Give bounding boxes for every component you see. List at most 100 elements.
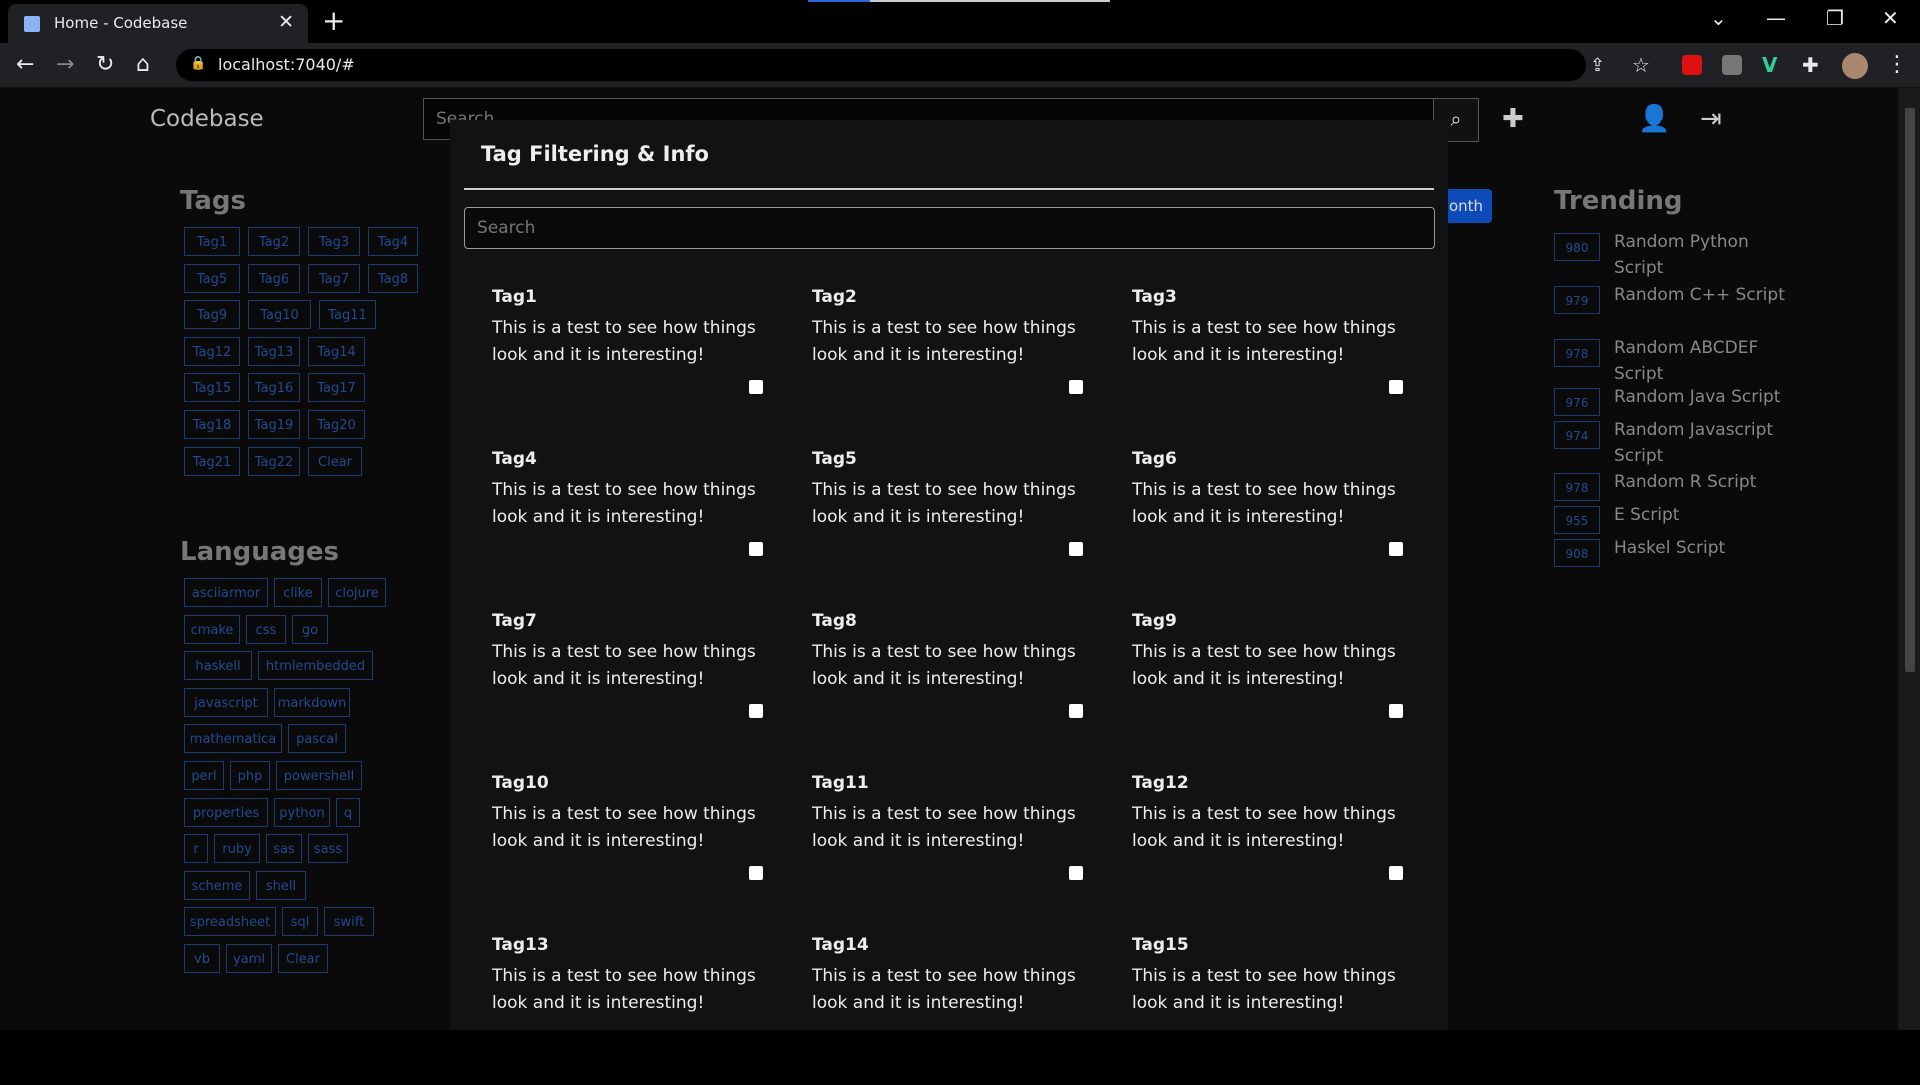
language-chip[interactable]: sass — [308, 834, 348, 864]
new-tab-button[interactable]: + — [322, 4, 345, 37]
clear-languages-button[interactable]: Clear — [278, 944, 328, 973]
tag-filter-checkbox[interactable] — [1069, 866, 1083, 880]
trending-item-label[interactable]: Random Java Script — [1614, 384, 1794, 410]
tag-filter-checkbox[interactable] — [1389, 542, 1403, 556]
language-chip[interactable]: css — [246, 614, 286, 644]
tag-filter-checkbox[interactable] — [1389, 380, 1403, 394]
trending-item-label[interactable]: E Script — [1614, 502, 1794, 528]
language-chip[interactable]: shell — [256, 870, 306, 900]
language-chip[interactable]: python — [274, 797, 330, 827]
tag-chip[interactable]: Tag9 — [184, 300, 240, 330]
tag-chip[interactable]: Tag6 — [248, 263, 300, 293]
language-chip[interactable]: pascal — [288, 724, 346, 754]
back-icon[interactable]: ← — [16, 52, 34, 77]
extension-icon[interactable] — [1682, 55, 1702, 75]
scrollbar-thumb[interactable] — [1905, 108, 1915, 672]
tag-chip[interactable]: Tag14 — [308, 336, 365, 366]
tag-filter-checkbox[interactable] — [1389, 866, 1403, 880]
reload-icon[interactable]: ↻ — [96, 52, 114, 77]
language-chip[interactable]: ruby — [214, 834, 260, 864]
tag-chip[interactable]: Tag5 — [184, 263, 240, 293]
forward-icon[interactable]: → — [56, 52, 74, 77]
language-chip[interactable]: r — [184, 834, 208, 864]
language-chip[interactable]: haskell — [184, 651, 252, 681]
bookmark-star-icon[interactable]: ☆ — [1632, 53, 1650, 77]
tag-filter-checkbox[interactable] — [749, 542, 763, 556]
puzzle-icon[interactable]: ✚ — [1802, 55, 1822, 75]
restore-icon[interactable]: ❐ — [1826, 6, 1844, 30]
vue-extension-icon[interactable]: V — [1762, 55, 1782, 75]
language-chip[interactable]: powershell — [276, 761, 362, 790]
tag-chip[interactable]: Tag11 — [319, 300, 376, 330]
tag-filter-checkbox[interactable] — [1069, 542, 1083, 556]
tag-chip[interactable]: Tag22 — [248, 446, 300, 476]
language-chip[interactable]: yaml — [226, 944, 272, 973]
tag-chip[interactable]: Tag1 — [184, 227, 240, 256]
language-chip[interactable]: vb — [184, 944, 220, 973]
avatar[interactable] — [1842, 53, 1868, 79]
tag-chip[interactable]: Tag8 — [368, 263, 418, 293]
tag-chip[interactable]: Tag4 — [368, 227, 418, 256]
modal-search-box[interactable] — [464, 207, 1435, 249]
tag-filter-checkbox[interactable] — [1389, 704, 1403, 718]
language-chip[interactable]: cmake — [184, 614, 240, 644]
minimize-icon[interactable]: — — [1766, 6, 1786, 30]
address-bar[interactable]: 🔒 localhost:7040/# — [176, 49, 1586, 81]
tag-chip[interactable]: Tag16 — [248, 373, 300, 403]
close-window-icon[interactable]: ✕ — [1882, 6, 1899, 30]
language-chip[interactable]: mathematica — [184, 724, 282, 754]
tag-chip[interactable]: Tag10 — [248, 300, 311, 330]
language-chip[interactable]: htmlembedded — [258, 651, 373, 681]
tag-chip[interactable]: Tag15 — [184, 373, 240, 403]
home-icon[interactable]: ⌂ — [136, 52, 150, 77]
language-chip[interactable]: q — [336, 797, 360, 827]
language-chip[interactable]: spreadsheet — [184, 907, 276, 937]
tag-chip[interactable]: Tag12 — [184, 336, 240, 366]
language-chip[interactable]: clike — [274, 578, 322, 607]
language-chip[interactable]: sql — [282, 907, 318, 937]
language-chip[interactable]: php — [230, 761, 270, 790]
language-chip[interactable]: perl — [184, 761, 224, 790]
tag-chip[interactable]: Tag18 — [184, 410, 240, 439]
add-icon[interactable]: ✚ — [1502, 104, 1524, 134]
trending-item-label[interactable]: Random Javascript Script — [1614, 417, 1794, 469]
logout-icon[interactable]: ⇥ — [1700, 104, 1722, 134]
tag-filter-checkbox[interactable] — [749, 380, 763, 394]
share-icon[interactable]: ⇪ — [1590, 55, 1605, 76]
tag-filter-checkbox[interactable] — [1069, 704, 1083, 718]
clear-tags-button[interactable]: Clear — [308, 446, 362, 476]
language-chip[interactable]: properties — [184, 797, 268, 827]
language-chip[interactable]: clojure — [328, 578, 386, 607]
language-chip[interactable]: scheme — [184, 870, 250, 900]
language-chip[interactable]: asciiarmor — [184, 578, 268, 607]
trending-item-label[interactable]: Haskel Script — [1614, 535, 1794, 561]
user-icon[interactable]: 👤 — [1638, 104, 1670, 134]
extension-icon[interactable] — [1722, 55, 1742, 75]
tag-filter-checkbox[interactable] — [749, 866, 763, 880]
tag-chip[interactable]: Tag2 — [248, 227, 300, 256]
tag-filter-checkbox[interactable] — [1069, 380, 1083, 394]
tag-chip[interactable]: Tag13 — [248, 336, 300, 366]
tag-chip[interactable]: Tag7 — [308, 263, 360, 293]
brand-logo[interactable]: Codebase — [150, 106, 264, 132]
trending-item-label[interactable]: Random Python Script — [1614, 229, 1794, 281]
tab-search-icon[interactable]: ⌄ — [1710, 6, 1727, 30]
browser-tab[interactable]: Home - Codebase ✕ — [8, 4, 308, 43]
tag-chip[interactable]: Tag17 — [308, 373, 365, 403]
tag-chip[interactable]: Tag19 — [248, 410, 300, 439]
menu-icon[interactable]: ⋮ — [1886, 52, 1908, 77]
language-chip[interactable]: javascript — [184, 687, 268, 717]
language-chip[interactable]: swift — [324, 907, 374, 937]
tag-filter-checkbox[interactable] — [749, 704, 763, 718]
tag-chip[interactable]: Tag21 — [184, 446, 240, 476]
modal-search-input[interactable] — [465, 208, 1434, 248]
tag-chip[interactable]: Tag20 — [308, 410, 365, 439]
language-chip[interactable]: sas — [266, 834, 302, 864]
trending-item-label[interactable]: Random R Script — [1614, 469, 1794, 495]
close-tab-icon[interactable]: ✕ — [278, 11, 294, 33]
trending-item-label[interactable]: Random ABCDEF Script — [1614, 335, 1794, 387]
language-chip[interactable]: markdown — [274, 687, 350, 717]
trending-item-label[interactable]: Random C++ Script — [1614, 282, 1794, 308]
language-chip[interactable]: go — [292, 614, 328, 644]
tag-chip[interactable]: Tag3 — [308, 227, 360, 256]
